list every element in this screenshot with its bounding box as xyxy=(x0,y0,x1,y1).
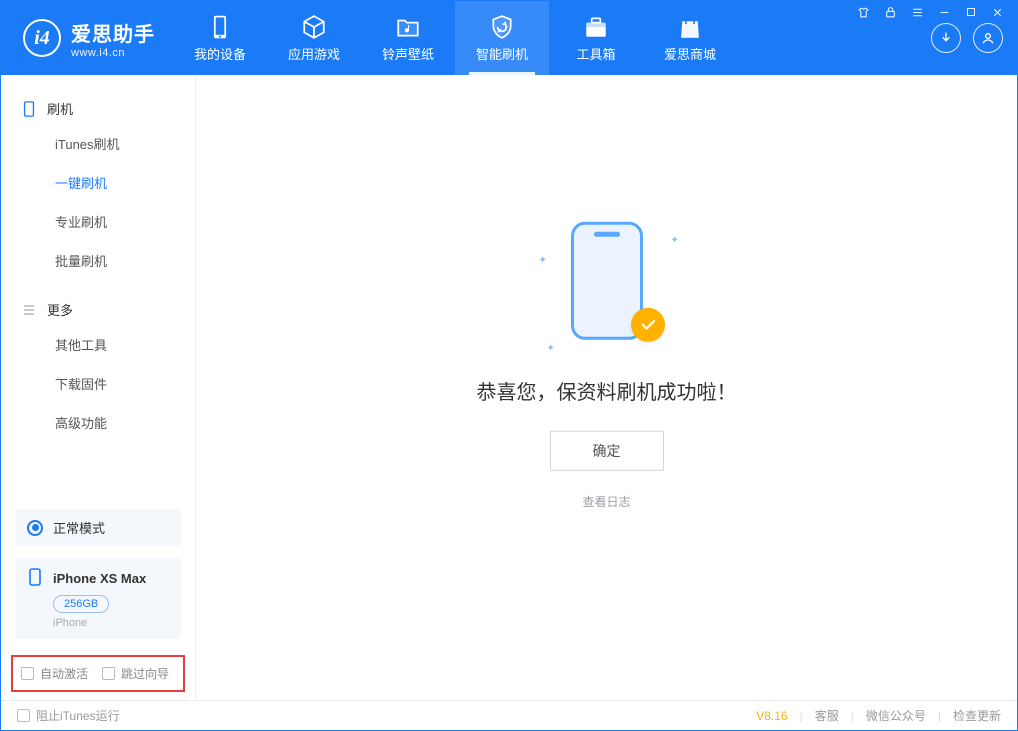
option-skip-wizard[interactable]: 跳过向导 xyxy=(102,665,169,682)
version-label: V8.16 xyxy=(756,709,787,723)
shield-refresh-icon xyxy=(489,14,515,40)
option-label: 自动激活 xyxy=(40,665,88,682)
separator: | xyxy=(938,709,941,723)
sparkle-icon xyxy=(539,249,545,255)
titlebar: i4 爱思助手 www.i4.cn 我的设备 应用游戏 铃声壁纸 智能刷机 工具… xyxy=(1,1,1017,75)
lock-icon[interactable] xyxy=(884,6,897,22)
brand-name: 爱思助手 xyxy=(71,18,155,47)
logo-text: 爱思助手 www.i4.cn xyxy=(71,18,155,59)
option-label: 跳过向导 xyxy=(121,665,169,682)
sidebar-item-other-tools[interactable]: 其他工具 xyxy=(1,325,195,364)
toolbox-icon xyxy=(583,14,609,40)
nav-toolbox[interactable]: 工具箱 xyxy=(549,1,643,75)
sidebar-item-download-firmware[interactable]: 下载固件 xyxy=(1,364,195,403)
download-button[interactable] xyxy=(931,23,961,53)
success-message: 恭喜您，保资料刷机成功啦！ xyxy=(477,375,737,404)
device-card[interactable]: iPhone XS Max 256GB iPhone xyxy=(15,558,181,639)
brand-url: www.i4.cn xyxy=(71,47,155,59)
device-capacity: 256GB xyxy=(53,595,109,613)
sidebar-section-title: 更多 xyxy=(47,300,73,319)
menu-icon[interactable] xyxy=(911,6,924,22)
sidebar: 刷机 iTunes刷机 一键刷机 专业刷机 批量刷机 更多 其他工具 下载固件 … xyxy=(1,75,196,700)
nav-my-device[interactable]: 我的设备 xyxy=(173,1,267,75)
top-nav: 我的设备 应用游戏 铃声壁纸 智能刷机 工具箱 爱思商城 xyxy=(173,1,737,75)
cube-icon xyxy=(301,14,327,40)
checkbox-icon xyxy=(21,667,34,680)
view-log-link[interactable]: 查看日志 xyxy=(582,492,630,509)
nav-flash[interactable]: 智能刷机 xyxy=(455,1,549,75)
ok-button[interactable]: 确定 xyxy=(550,430,664,470)
logo-icon: i4 xyxy=(23,19,61,57)
option-auto-activate[interactable]: 自动激活 xyxy=(21,665,88,682)
sparkle-icon xyxy=(547,337,553,343)
nav-ringtones[interactable]: 铃声壁纸 xyxy=(361,1,455,75)
nav-label: 应用游戏 xyxy=(288,44,340,63)
sidebar-item-batch-flash[interactable]: 批量刷机 xyxy=(1,241,195,280)
sidebar-section-flash: 刷机 xyxy=(1,93,195,124)
minimize-button[interactable] xyxy=(938,6,951,22)
nav-label: 工具箱 xyxy=(576,44,615,63)
option-label: 阻止iTunes运行 xyxy=(36,707,120,724)
sidebar-item-oneclick-flash[interactable]: 一键刷机 xyxy=(1,163,195,202)
nav-label: 爱思商城 xyxy=(664,44,716,63)
device-phone-icon xyxy=(27,568,43,589)
bag-icon xyxy=(677,14,703,40)
sidebar-item-advanced[interactable]: 高级功能 xyxy=(1,403,195,442)
success-panel: 恭喜您，保资料刷机成功啦！ 确定 查看日志 xyxy=(477,219,737,509)
maximize-button[interactable] xyxy=(965,6,977,22)
footer-link-wechat[interactable]: 微信公众号 xyxy=(866,707,926,724)
footer: 阻止iTunes运行 V8.16 | 客服 | 微信公众号 | 检查更新 xyxy=(1,700,1017,730)
mode-label: 正常模式 xyxy=(53,518,105,537)
sidebar-item-pro-flash[interactable]: 专业刷机 xyxy=(1,202,195,241)
folder-music-icon xyxy=(395,14,421,40)
nav-label: 智能刷机 xyxy=(476,44,528,63)
separator: | xyxy=(851,709,854,723)
footer-link-update[interactable]: 检查更新 xyxy=(953,707,1001,724)
device-name: iPhone XS Max xyxy=(53,571,146,586)
nav-label: 我的设备 xyxy=(194,44,246,63)
window-controls xyxy=(857,6,1004,22)
nav-label: 铃声壁纸 xyxy=(382,44,434,63)
device-icon xyxy=(207,14,233,40)
checkbox-icon xyxy=(102,667,115,680)
sparkle-icon xyxy=(671,229,677,235)
sidebar-item-itunes-flash[interactable]: iTunes刷机 xyxy=(1,124,195,163)
close-button[interactable] xyxy=(991,6,1004,22)
device-type: iPhone xyxy=(53,617,169,629)
body: 刷机 iTunes刷机 一键刷机 专业刷机 批量刷机 更多 其他工具 下载固件 … xyxy=(1,75,1017,700)
mode-dot-icon xyxy=(27,520,43,536)
sidebar-section-title: 刷机 xyxy=(47,99,73,118)
check-stamp-icon xyxy=(631,307,665,341)
shirt-icon[interactable] xyxy=(857,6,870,22)
logo[interactable]: i4 爱思助手 www.i4.cn xyxy=(1,1,173,75)
nav-apps[interactable]: 应用游戏 xyxy=(267,1,361,75)
success-illustration xyxy=(557,219,657,349)
nav-store[interactable]: 爱思商城 xyxy=(643,1,737,75)
main-panel: 恭喜您，保资料刷机成功啦！ 确定 查看日志 xyxy=(196,75,1017,700)
sidebar-section-more: 更多 xyxy=(1,294,195,325)
phone-icon xyxy=(21,101,37,117)
flash-options-row: 自动激活 跳过向导 xyxy=(11,655,185,692)
checkbox-icon xyxy=(17,709,30,722)
footer-right: V8.16 | 客服 | 微信公众号 | 检查更新 xyxy=(756,707,1001,724)
footer-link-support[interactable]: 客服 xyxy=(815,707,839,724)
separator: | xyxy=(800,709,803,723)
option-block-itunes[interactable]: 阻止iTunes运行 xyxy=(17,707,120,724)
mode-card[interactable]: 正常模式 xyxy=(15,509,181,546)
list-icon xyxy=(21,302,37,318)
account-button[interactable] xyxy=(973,23,1003,53)
